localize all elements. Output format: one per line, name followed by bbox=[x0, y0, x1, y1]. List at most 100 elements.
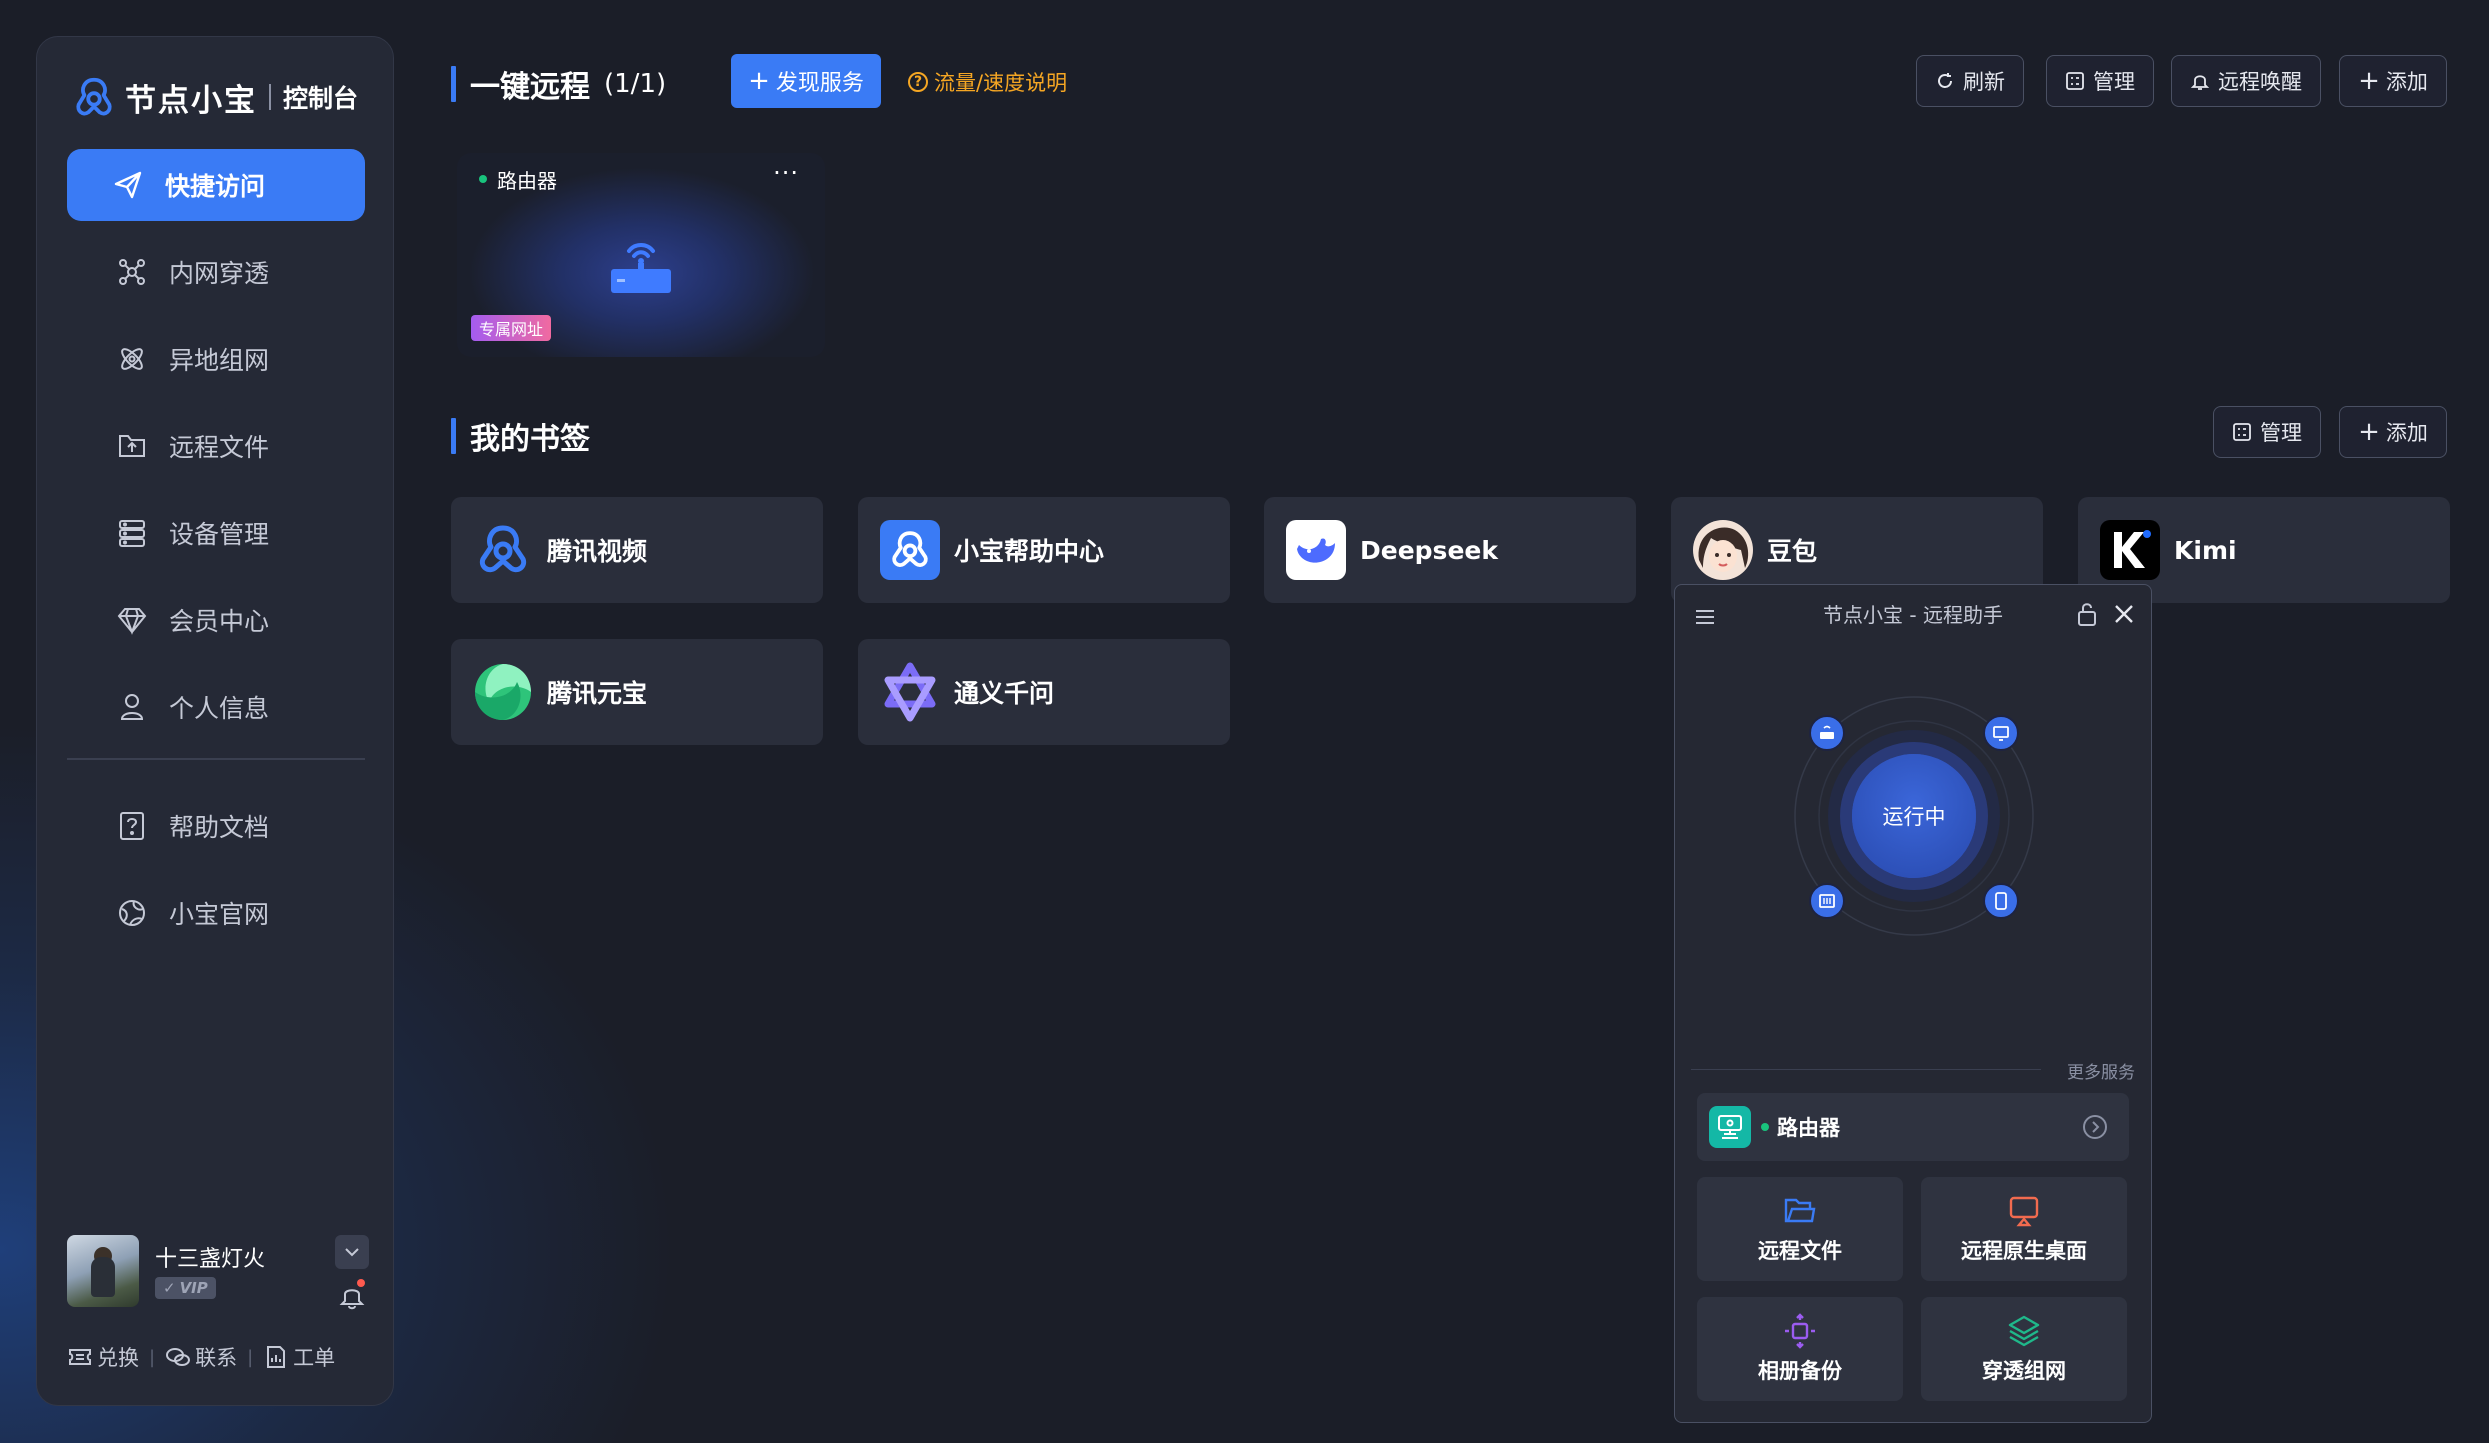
sidebar-item-label: 异地组网 bbox=[169, 346, 270, 375]
title-accent-bar bbox=[451, 66, 456, 102]
sidebar-item-remote-files[interactable]: 远程文件 bbox=[67, 410, 365, 482]
manage-devices-button[interactable]: 管理 bbox=[2046, 55, 2154, 107]
device-card-router[interactable]: 路由器 ··· 专属网址 bbox=[457, 153, 825, 357]
diamond-icon bbox=[115, 603, 149, 637]
assistant-device-name: 路由器 bbox=[1777, 1116, 1840, 1140]
bookmark-tongyi-qianwen[interactable]: 通义千问 bbox=[858, 639, 1230, 745]
service-penetration-network[interactable]: 穿透组网 bbox=[1921, 1297, 2127, 1401]
brand-subtitle: 控制台 bbox=[283, 84, 359, 113]
sidebar-item-label: 远程文件 bbox=[169, 433, 270, 462]
server-stack-icon bbox=[115, 516, 149, 550]
sidebar-item-label: 内网穿透 bbox=[169, 259, 270, 288]
user-profile: 十三盏灯火 ✓ VIP bbox=[67, 1235, 369, 1315]
bookmark-tencent-yuanbao[interactable]: 腾讯元宝 bbox=[451, 639, 823, 745]
discover-label: 发现服务 bbox=[775, 71, 864, 96]
xiaobao-logo-icon bbox=[880, 520, 940, 580]
ticket-icon bbox=[69, 1349, 91, 1365]
remote-section-title: 一键远程 (1/1) bbox=[451, 62, 666, 106]
title-accent-bar bbox=[451, 418, 456, 454]
contact-link[interactable]: 联系 bbox=[165, 1342, 237, 1372]
desktop-mini-icon bbox=[1983, 715, 2019, 751]
bookmark-label: 通义千问 bbox=[954, 679, 1055, 708]
flow-speed-info-link[interactable]: ? 流量/速度说明 bbox=[908, 67, 1067, 97]
kimi-logo-icon bbox=[2100, 520, 2160, 580]
refresh-icon bbox=[1938, 73, 1952, 88]
add-label: 添加 bbox=[2385, 421, 2428, 445]
question-circle-icon: ? bbox=[908, 72, 928, 92]
network-nodes-icon bbox=[115, 255, 149, 289]
online-status-dot bbox=[479, 175, 487, 183]
user-icon bbox=[115, 690, 149, 724]
service-remote-desktop[interactable]: 远程原生桌面 bbox=[1921, 1177, 2127, 1281]
bookmark-label: 腾讯元宝 bbox=[547, 679, 648, 708]
bookmark-help-center[interactable]: 小宝帮助中心 bbox=[858, 497, 1230, 603]
remote-desktop-icon bbox=[2009, 1196, 2039, 1227]
folder-upload-icon bbox=[115, 429, 149, 463]
phone-mini-icon bbox=[1983, 883, 2019, 919]
plus-icon: + bbox=[2358, 417, 2380, 447]
atom-icon bbox=[115, 342, 149, 376]
manage-icon bbox=[2066, 72, 2084, 90]
sidebar-item-quick-access[interactable]: 快捷访问 bbox=[67, 149, 365, 221]
footer-separator: | bbox=[247, 1346, 254, 1368]
running-status[interactable]: 运行中 bbox=[1852, 754, 1976, 878]
app-root: 节点小宝 控制台 快捷访问 内网穿透 异地组网 远程文件 设备管理 会员中心 个… bbox=[0, 0, 2489, 1443]
sidebar-item-label: 小宝官网 bbox=[169, 900, 270, 929]
footer-links: 兑换 | 联系 | 工单 bbox=[67, 1342, 335, 1372]
bookmarks-section-title: 我的书签 bbox=[451, 414, 590, 458]
service-photo-backup[interactable]: 相册备份 bbox=[1697, 1297, 1903, 1401]
bookmark-deepseek[interactable]: Deepseek bbox=[1264, 497, 1636, 603]
service-label: 相册备份 bbox=[1758, 1359, 1842, 1383]
user-menu-toggle[interactable] bbox=[335, 1235, 369, 1269]
deepseek-whale-icon bbox=[1286, 520, 1346, 580]
wake-label: 远程唤醒 bbox=[2218, 70, 2302, 94]
bookmark-label: 豆包 bbox=[1767, 537, 1818, 566]
service-label: 远程原生桌面 bbox=[1961, 1239, 2087, 1263]
add-label: 添加 bbox=[2385, 70, 2428, 94]
sidebar: 节点小宝 控制台 快捷访问 内网穿透 异地组网 远程文件 设备管理 会员中心 个… bbox=[36, 36, 394, 1406]
storage-mini-icon bbox=[1809, 883, 1845, 919]
sidebar-item-remote-networking[interactable]: 异地组网 bbox=[67, 323, 365, 395]
bookmark-tencent-video[interactable]: 腾讯视频 bbox=[451, 497, 823, 603]
service-remote-files[interactable]: 远程文件 bbox=[1697, 1177, 1903, 1281]
add-device-button[interactable]: + 添加 bbox=[2339, 55, 2447, 107]
online-status-dot bbox=[1761, 1123, 1769, 1131]
remote-wake-button[interactable]: 远程唤醒 bbox=[2171, 55, 2321, 107]
vip-badge: ✓ VIP bbox=[155, 1277, 216, 1299]
more-services-link[interactable]: 更多服务 bbox=[2067, 1058, 2135, 1083]
service-label: 远程文件 bbox=[1758, 1239, 1842, 1263]
paper-plane-icon bbox=[111, 168, 145, 202]
bookmark-label: 腾讯视频 bbox=[547, 537, 648, 566]
brand[interactable]: 节点小宝 控制台 bbox=[71, 67, 358, 127]
alarm-bell-icon bbox=[2190, 75, 2210, 90]
dedicated-url-tag[interactable]: 专属网址 bbox=[471, 315, 552, 341]
sidebar-item-label: 帮助文档 bbox=[169, 813, 270, 842]
assistant-device-row[interactable]: 路由器 bbox=[1697, 1093, 2129, 1161]
remote-assistant-panel: 节点小宝 - 远程助手 运行中 更多服务 路由器 远程文件 远程原生桌面 相册备… bbox=[1674, 584, 2152, 1423]
refresh-button[interactable]: 刷新 bbox=[1916, 55, 2024, 107]
manage-label: 管理 bbox=[2260, 421, 2302, 445]
sidebar-item-intranet-penetration[interactable]: 内网穿透 bbox=[67, 236, 365, 308]
manage-bookmarks-button[interactable]: 管理 bbox=[2213, 406, 2321, 458]
sidebar-item-device-management[interactable]: 设备管理 bbox=[67, 497, 365, 569]
add-bookmark-button[interactable]: + 添加 bbox=[2339, 406, 2447, 458]
sidebar-item-personal-info[interactable]: 个人信息 bbox=[67, 671, 365, 743]
lock-icon[interactable] bbox=[2075, 601, 2099, 627]
sidebar-item-member-center[interactable]: 会员中心 bbox=[67, 584, 365, 656]
notification-dot bbox=[357, 1279, 365, 1287]
help-doc-icon bbox=[115, 809, 149, 843]
discover-service-button[interactable]: + 发现服务 bbox=[731, 54, 881, 108]
close-icon[interactable] bbox=[2111, 601, 2137, 627]
sidebar-item-official-site[interactable]: 小宝官网 bbox=[67, 877, 365, 949]
avatar-body bbox=[91, 1257, 115, 1297]
ticket-link[interactable]: 工单 bbox=[263, 1342, 335, 1372]
bookmark-label: Kimi bbox=[2174, 535, 2237, 565]
sidebar-item-help-docs[interactable]: 帮助文档 bbox=[67, 790, 365, 862]
sidebar-item-label: 会员中心 bbox=[169, 607, 270, 636]
manage-icon bbox=[2233, 423, 2251, 441]
plus-icon: + bbox=[2358, 66, 2380, 96]
router-mini-icon bbox=[1809, 715, 1845, 751]
exchange-link[interactable]: 兑换 bbox=[67, 1342, 139, 1372]
more-options-icon[interactable]: ··· bbox=[773, 159, 799, 187]
avatar[interactable] bbox=[67, 1235, 139, 1307]
